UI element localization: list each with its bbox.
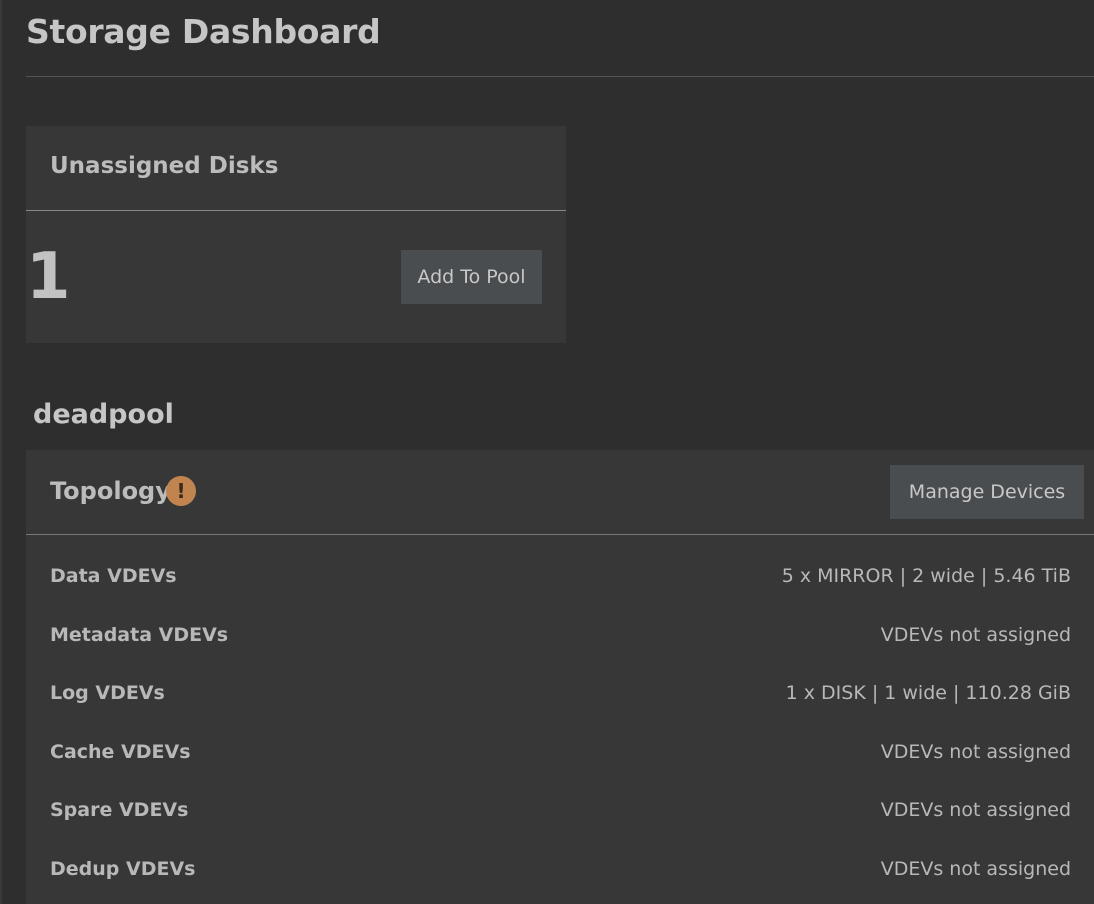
vdev-label: Metadata VDEVs bbox=[50, 624, 229, 646]
vdev-label: Data VDEVs bbox=[50, 565, 177, 587]
vdev-row-log: Log VDEVs 1 x DISK | 1 wide | 110.28 GiB bbox=[26, 678, 1094, 708]
vdev-value: VDEVs not assigned bbox=[880, 799, 1071, 821]
vdev-value: VDEVs not assigned bbox=[880, 741, 1071, 763]
unassigned-card-divider bbox=[26, 210, 566, 211]
vdev-row-data: Data VDEVs 5 x MIRROR | 2 wide | 5.46 Ti… bbox=[26, 561, 1094, 591]
vdev-value: 1 x DISK | 1 wide | 110.28 GiB bbox=[785, 682, 1071, 704]
vdev-row-cache: Cache VDEVs VDEVs not assigned bbox=[26, 737, 1094, 767]
topology-card: Topology ! Manage Devices Data VDEVs 5 x… bbox=[26, 450, 1094, 904]
vdev-label: Cache VDEVs bbox=[50, 741, 191, 763]
page-title: Storage Dashboard bbox=[26, 12, 381, 51]
unassigned-disk-count: 1 bbox=[26, 240, 71, 314]
manage-devices-button[interactable]: Manage Devices bbox=[890, 465, 1084, 519]
vdev-value: 5 x MIRROR | 2 wide | 5.46 TiB bbox=[781, 565, 1071, 587]
add-to-pool-button[interactable]: Add To Pool bbox=[401, 250, 542, 304]
vdev-row-dedup: Dedup VDEVs VDEVs not assigned bbox=[26, 854, 1094, 884]
vdev-label: Log VDEVs bbox=[50, 682, 165, 704]
vdev-value: VDEVs not assigned bbox=[880, 858, 1071, 880]
unassigned-disks-title: Unassigned Disks bbox=[50, 153, 279, 179]
vdev-row-metadata: Metadata VDEVs VDEVs not assigned bbox=[26, 620, 1094, 650]
vdev-row-spare: Spare VDEVs VDEVs not assigned bbox=[26, 795, 1094, 825]
unassigned-disks-card: Unassigned Disks bbox=[26, 126, 566, 343]
pool-name: deadpool bbox=[33, 399, 174, 430]
vdev-label: Dedup VDEVs bbox=[50, 858, 196, 880]
vdev-label: Spare VDEVs bbox=[50, 799, 189, 821]
topology-title: Topology bbox=[50, 477, 171, 505]
storage-dashboard-page: Storage Dashboard Unassigned Disks 1 Add… bbox=[0, 0, 1094, 904]
sidebar-edge bbox=[0, 0, 2, 904]
vdev-value: VDEVs not assigned bbox=[880, 624, 1071, 646]
title-divider bbox=[26, 76, 1094, 77]
warning-icon[interactable]: ! bbox=[166, 476, 196, 506]
topology-divider bbox=[26, 534, 1094, 535]
